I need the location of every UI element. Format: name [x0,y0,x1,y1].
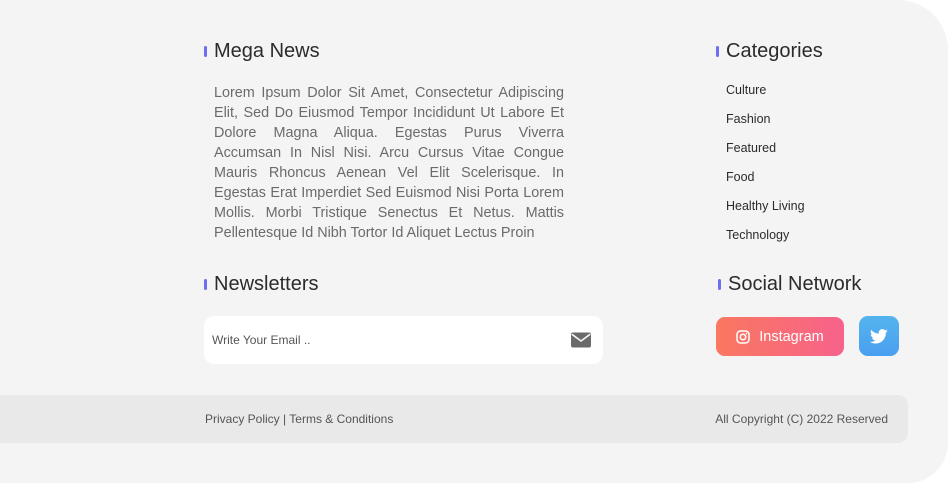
newsletter-form [204,316,603,364]
category-item-culture[interactable]: Culture [726,80,805,109]
privacy-policy-link[interactable]: Privacy Policy [205,412,280,426]
bottom-bar: Privacy Policy | Terms & Conditions All … [0,395,908,443]
categories-title: Categories [726,40,823,62]
site-footer: Mega News Lorem Ipsum Dolor Sit Amet, Co… [0,0,948,483]
instagram-button[interactable]: Instagram [716,317,844,356]
instagram-label: Instagram [759,328,824,345]
accent-bar [718,279,721,290]
terms-link[interactable]: Terms & Conditions [289,412,393,426]
legal-links: Privacy Policy | Terms & Conditions [205,412,393,426]
instagram-icon [736,329,750,344]
about-text: Lorem Ipsum Dolor Sit Amet, Consectetur … [214,85,564,241]
accent-bar [716,46,719,57]
copyright-text: All Copyright (C) 2022 Reserved [715,412,888,426]
category-item-food[interactable]: Food [726,167,805,196]
mail-icon[interactable] [570,331,592,349]
twitter-button[interactable] [859,316,899,356]
category-item-healthy-living[interactable]: Healthy Living [726,196,805,225]
category-item-fashion[interactable]: Fashion [726,109,805,138]
social-title: Social Network [728,273,862,295]
newsletter-heading: Newsletters [204,273,318,296]
social-heading: Social Network [718,273,861,296]
twitter-icon [870,328,888,343]
category-item-technology[interactable]: Technology [726,225,805,254]
about-title: Mega News [214,40,320,62]
accent-bar [204,279,207,290]
category-list: Culture Fashion Featured Food Healthy Li… [726,80,805,254]
newsletter-title: Newsletters [214,273,319,295]
about-heading: Mega News [204,40,320,63]
category-item-featured[interactable]: Featured [726,138,805,167]
accent-bar [204,46,207,57]
categories-heading: Categories [716,40,823,63]
link-separator: | [283,412,287,426]
email-input[interactable] [212,316,552,364]
